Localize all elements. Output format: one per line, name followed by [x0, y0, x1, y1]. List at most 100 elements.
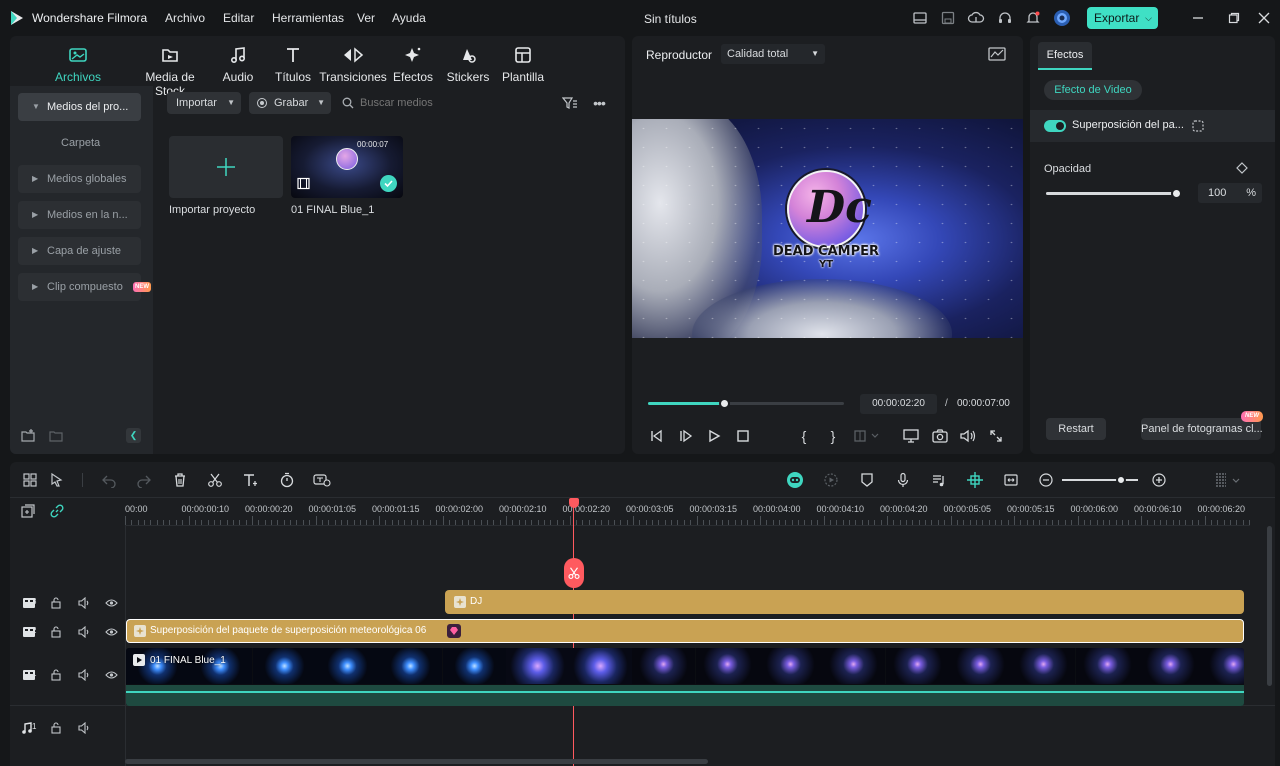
- tts-voice-icon[interactable]: [312, 470, 332, 490]
- microphone-icon[interactable]: [893, 470, 913, 490]
- menu-herramientas[interactable]: Herramientas: [272, 11, 344, 25]
- timeline-vertical-scrollbar[interactable]: [1267, 526, 1272, 686]
- eye-visibility-icon[interactable]: [103, 667, 119, 683]
- folder-icon[interactable]: [48, 428, 64, 444]
- effect-settings-icon[interactable]: [1191, 119, 1205, 133]
- speaker-icon[interactable]: [76, 595, 92, 611]
- sidebar-item-carpeta[interactable]: Carpeta: [18, 129, 141, 157]
- tab-plantilla[interactable]: Plantilla: [483, 44, 563, 84]
- layout-icon[interactable]: [911, 9, 929, 27]
- speaker-icon[interactable]: [76, 667, 92, 683]
- speaker-icon[interactable]: [76, 720, 92, 736]
- import-project-tile[interactable]: [169, 136, 283, 198]
- save-icon[interactable]: [939, 9, 957, 27]
- marker-shield-icon[interactable]: [857, 470, 877, 490]
- sidebar-item-medios-del-proyecto[interactable]: ▼ Medios del pro...: [18, 93, 141, 121]
- add-track-icon[interactable]: [20, 503, 36, 519]
- lock-icon[interactable]: [48, 667, 64, 683]
- quality-dropdown[interactable]: Calidad total ▼: [721, 44, 825, 64]
- sidebar-item-medios-globales[interactable]: ▶ Medios globales: [18, 165, 141, 193]
- volume-icon[interactable]: [959, 428, 977, 444]
- playback-progress-handle[interactable]: [719, 398, 731, 409]
- text-tool-icon[interactable]: [241, 470, 261, 490]
- opacity-slider-handle[interactable]: [1171, 188, 1182, 199]
- mark-in-icon[interactable]: {: [797, 428, 811, 444]
- scissors-cut-icon[interactable]: [205, 470, 225, 490]
- filter-icon[interactable]: [562, 96, 578, 110]
- effect-toggle[interactable]: [1044, 120, 1066, 132]
- sidebar-item-medios-en-la-nube[interactable]: ▶ Medios en la n...: [18, 201, 141, 229]
- time-ruler[interactable]: 00:00 00:00:00:10 00:00:00:20 00:00:01:05 00…: [125, 498, 1250, 526]
- zoom-slider-handle[interactable]: [1116, 475, 1127, 485]
- link-chain-icon[interactable]: [49, 503, 65, 519]
- video-preview-frame[interactable]: Dc DEAD CAMPER YT: [632, 119, 1023, 338]
- player-tab[interactable]: Reproductor: [646, 48, 712, 62]
- fullscreen-icon[interactable]: [988, 428, 1004, 444]
- select-pointer-icon[interactable]: [47, 470, 67, 490]
- close-icon[interactable]: [1255, 9, 1273, 27]
- zoom-slider-track[interactable]: [1062, 475, 1138, 485]
- notification-bell-icon[interactable]: [1024, 9, 1042, 27]
- export-button[interactable]: Exportar ⌵: [1087, 7, 1158, 29]
- scope-monitor-icon[interactable]: [988, 46, 1006, 62]
- menu-ver[interactable]: Ver: [357, 11, 375, 25]
- redo-icon[interactable]: [134, 470, 154, 490]
- eye-visibility-icon[interactable]: [103, 624, 119, 640]
- delete-trash-icon[interactable]: [170, 470, 190, 490]
- play-reverse-frame-icon[interactable]: [678, 428, 694, 444]
- cloud-upload-icon[interactable]: [967, 9, 985, 27]
- maximize-icon[interactable]: [1225, 9, 1243, 27]
- reset-button[interactable]: Restart: [1046, 418, 1106, 440]
- more-options-icon[interactable]: •••: [591, 95, 607, 111]
- play-icon[interactable]: [706, 428, 722, 444]
- eye-visibility-icon[interactable]: [103, 595, 119, 611]
- fit-timeline-icon[interactable]: [1001, 470, 1021, 490]
- current-time-box[interactable]: 00:00:02:20: [860, 394, 937, 414]
- playback-progress-track[interactable]: [648, 398, 844, 409]
- collapse-sidebar-icon[interactable]: ❮: [126, 428, 141, 443]
- snapshot-camera-icon[interactable]: [931, 428, 949, 444]
- sidebar-item-capa-de-ajuste[interactable]: ▶ Capa de ajuste: [18, 237, 141, 265]
- opacity-slider-track[interactable]: [1046, 188, 1182, 199]
- media-thumbnail[interactable]: 00:00:07: [291, 136, 403, 198]
- zoom-out-icon[interactable]: [1036, 470, 1056, 490]
- undo-icon[interactable]: [99, 470, 119, 490]
- menu-archivo[interactable]: Archivo: [165, 11, 205, 25]
- display-monitor-icon[interactable]: [902, 428, 920, 444]
- video-effect-chip[interactable]: Efecto de Video: [1044, 80, 1142, 100]
- timeline-horizontal-scrollbar[interactable]: [125, 759, 708, 764]
- timer-speed-icon[interactable]: [277, 470, 297, 490]
- lock-icon[interactable]: [48, 595, 64, 611]
- stop-icon[interactable]: [735, 428, 751, 444]
- tab-efectos-panel[interactable]: Efectos: [1038, 42, 1092, 70]
- grid-layout-icon[interactable]: [20, 470, 40, 490]
- search-input[interactable]: [360, 94, 550, 112]
- user-avatar-icon[interactable]: [1053, 9, 1071, 27]
- opacity-value-field[interactable]: 100 %: [1198, 183, 1262, 203]
- ai-assistant-icon[interactable]: [785, 470, 805, 490]
- split-mode-icon[interactable]: [853, 428, 883, 444]
- import-dropdown[interactable]: Importar ▼: [167, 92, 241, 114]
- zoom-in-icon[interactable]: [1149, 470, 1169, 490]
- headset-icon[interactable]: [996, 9, 1014, 27]
- audio-mix-icon[interactable]: [929, 470, 949, 490]
- record-dropdown[interactable]: Grabar ▼: [249, 92, 331, 114]
- new-folder-icon[interactable]: [20, 428, 36, 444]
- clip-dj[interactable]: DJ: [445, 590, 1244, 614]
- snap-magnet-icon[interactable]: [965, 470, 985, 490]
- minimize-icon[interactable]: [1189, 9, 1207, 27]
- track-height-icon[interactable]: [1212, 470, 1242, 490]
- clip-overlay[interactable]: Superposición del paquete de superposici…: [126, 619, 1244, 643]
- menu-ayuda[interactable]: Ayuda: [392, 11, 426, 25]
- menu-editar[interactable]: Editar: [223, 11, 254, 25]
- clip-video[interactable]: 01 FINAL Blue_1: [126, 648, 1244, 706]
- keyframe-diamond-icon[interactable]: [1236, 162, 1248, 174]
- lock-icon[interactable]: [48, 624, 64, 640]
- previous-frame-icon[interactable]: [648, 428, 664, 444]
- speaker-icon[interactable]: [76, 624, 92, 640]
- sidebar-item-clip-compuesto[interactable]: ▶ Clip compuesto NEW: [18, 273, 151, 301]
- keyframe-panel-button[interactable]: Panel de fotogramas cl... NEW: [1141, 411, 1263, 440]
- render-preview-icon[interactable]: [821, 470, 841, 490]
- mark-out-icon[interactable]: }: [826, 428, 840, 444]
- lock-icon[interactable]: [48, 720, 64, 736]
